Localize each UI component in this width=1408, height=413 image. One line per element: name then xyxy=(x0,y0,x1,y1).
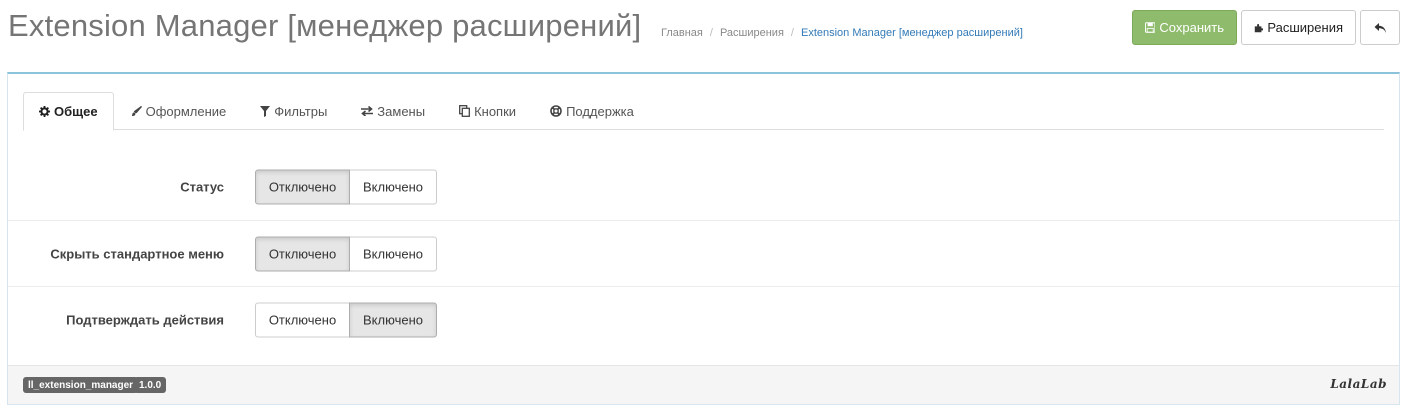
module-name-badge: ll_extension_manager xyxy=(23,377,139,393)
tab-buttons[interactable]: Кнопки xyxy=(442,92,533,130)
status-toggle: Отключено Включено xyxy=(255,169,437,205)
save-button-label: Сохранить xyxy=(1159,20,1224,35)
tab-design[interactable]: Оформление xyxy=(114,92,244,130)
setting-label: Подтверждать действия xyxy=(66,312,224,327)
setting-row-confirm-actions: Подтверждать действия Отключено Включено xyxy=(8,286,1399,352)
tab-label: Кнопки xyxy=(474,103,517,119)
confirm-actions-toggle: Отключено Включено xyxy=(255,302,437,337)
breadcrumb-extensions[interactable]: Расширения xyxy=(720,27,784,39)
tab-support[interactable]: Поддержка xyxy=(533,92,651,130)
tab-filters[interactable]: Фильтры xyxy=(243,92,344,130)
floppy-icon xyxy=(1145,22,1156,33)
panel-footer: ll_extension_manager 1.0.0 LalaLab xyxy=(8,365,1399,404)
gear-icon xyxy=(39,106,50,117)
toggle-on-option[interactable]: Включено xyxy=(349,302,437,337)
breadcrumb: Главная / Расширения / Extension Manager [ме… xyxy=(661,27,1023,39)
setting-label: Статус xyxy=(180,179,224,195)
setting-label: Скрыть стандартное меню xyxy=(50,246,224,261)
breadcrumb-current[interactable]: Extension Manager [менеджер расширений] xyxy=(801,27,1023,39)
toolbar: Сохранить Расширения xyxy=(1132,10,1400,45)
setting-row-hide-menu: Скрыть стандартное меню Отключено Включе… xyxy=(8,220,1399,286)
tab-bar: Общее Оформление Фильтры Замены Кнопки П… xyxy=(23,92,1384,131)
lifebuoy-icon xyxy=(550,105,562,117)
tab-label: Общее xyxy=(54,104,98,119)
breadcrumb-separator: / xyxy=(709,27,713,39)
copy-icon xyxy=(459,105,471,117)
save-button[interactable]: Сохранить xyxy=(1132,10,1237,45)
back-button[interactable] xyxy=(1360,10,1400,45)
tab-label: Замены xyxy=(377,103,426,119)
toggle-off-option[interactable]: Отключено xyxy=(255,169,350,205)
toggle-off-option[interactable]: Отключено xyxy=(255,302,350,337)
toggle-on-option[interactable]: Включено xyxy=(350,169,437,205)
exchange-icon xyxy=(361,106,374,116)
tab-label: Оформление xyxy=(145,103,227,119)
tab-general[interactable]: Общее xyxy=(23,92,114,131)
breadcrumb-separator: / xyxy=(790,27,794,39)
toggle-on-option[interactable]: Включено xyxy=(350,236,437,271)
brush-icon xyxy=(131,105,142,116)
tab-replacements[interactable]: Замены xyxy=(344,92,442,130)
toggle-off-option[interactable]: Отключено xyxy=(255,236,350,271)
vendor-logo: LalaLab xyxy=(1330,377,1387,391)
filter-icon xyxy=(260,105,271,117)
hide-menu-toggle: Отключено Включено xyxy=(255,236,437,271)
setting-row-status: Статус Отключено Включено xyxy=(8,154,1399,220)
reply-icon xyxy=(1374,22,1386,33)
puzzle-icon xyxy=(1254,23,1264,32)
extensions-button[interactable]: Расширения xyxy=(1241,10,1356,45)
tab-label: Фильтры xyxy=(274,103,328,119)
page-title: Extension Manager [менеджер расширений] xyxy=(8,8,642,43)
settings-panel: Общее Оформление Фильтры Замены Кнопки П… xyxy=(7,72,1400,405)
extensions-button-label: Расширения xyxy=(1267,20,1343,35)
breadcrumb-home[interactable]: Главная xyxy=(661,27,703,39)
tab-label: Поддержка xyxy=(566,103,634,119)
version-badge: 1.0.0 xyxy=(134,377,167,393)
